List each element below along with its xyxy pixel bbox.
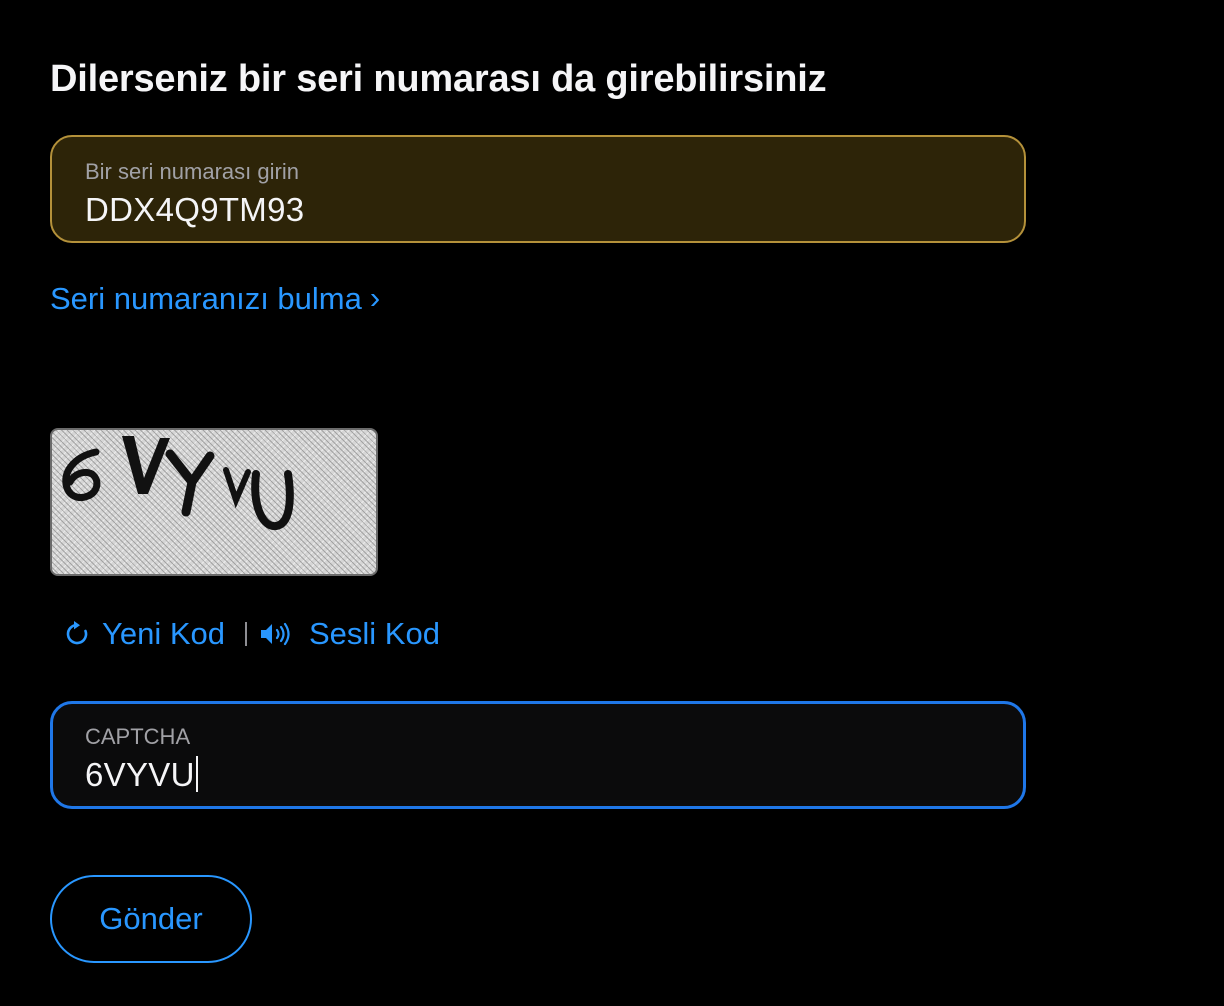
find-serial-number-link[interactable]: Seri numaranızı bulma › — [50, 280, 380, 317]
captcha-field[interactable]: CAPTCHA 6VYVU — [50, 701, 1026, 809]
captcha-glyph-y — [165, 449, 215, 517]
audio-code-button[interactable]: Sesli Kod — [259, 616, 440, 652]
audio-code-label: Sesli Kod — [308, 616, 440, 651]
page: Dilerseniz bir seri numarası da girebili… — [0, 0, 1224, 1006]
captcha-image — [50, 428, 378, 576]
find-serial-number-link-label: Seri numaranızı bulma — [50, 281, 362, 316]
captcha-label: CAPTCHA — [85, 724, 191, 749]
text-cursor — [195, 756, 198, 792]
new-code-label: Yeni Kod — [102, 616, 225, 651]
serial-number-field[interactable]: Bir seri numarası girin DDX4Q9TM93 — [50, 135, 1026, 243]
captcha-actions: Yeni Kod Sesli Kod — [64, 612, 440, 656]
captcha-distorted-text — [62, 436, 294, 531]
page-heading: Dilerseniz bir seri numarası da girebili… — [50, 58, 827, 100]
actions-divider — [244, 622, 247, 646]
serial-number-value[interactable]: DDX4Q9TM93 — [85, 191, 304, 229]
captcha-glyph-u — [251, 470, 294, 531]
captcha-glyph-v — [122, 436, 170, 494]
new-code-button[interactable]: Yeni Kod — [64, 616, 225, 652]
captcha-value-wrap[interactable]: 6VYVU — [85, 756, 198, 794]
captcha-glyph-6 — [62, 448, 101, 501]
refresh-icon — [66, 621, 88, 645]
speaker-icon — [260, 622, 290, 646]
captcha-value: 6VYVU — [85, 756, 195, 793]
captcha-glyph-v2 — [223, 467, 251, 509]
chevron-right-icon: › — [369, 280, 381, 315]
serial-number-label: Bir seri numarası girin — [85, 159, 299, 184]
submit-button[interactable]: Gönder — [50, 875, 252, 963]
